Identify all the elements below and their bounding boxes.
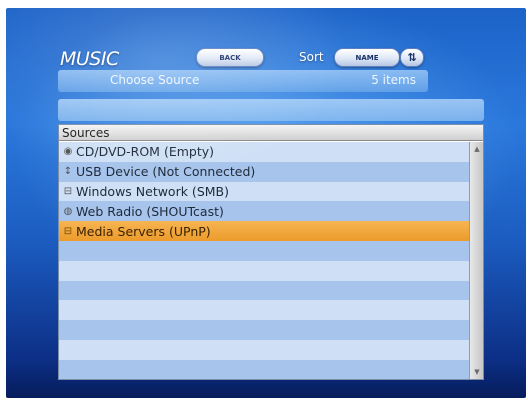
sort-field-button[interactable]: NAME — [334, 48, 400, 67]
list-item-label: USB Device (Not Connected) — [76, 164, 256, 180]
list-rows: ◉ CD/DVD-ROM (Empty) ↕ USB Device (Not C… — [59, 142, 469, 379]
list-item-label: Web Radio (SHOUTcast) — [76, 203, 224, 219]
top-strip — [0, 0, 528, 8]
vertical-scrollbar[interactable]: ▲ ▼ — [469, 142, 483, 379]
empty-row — [59, 280, 469, 301]
empty-row — [59, 359, 469, 379]
empty-row — [59, 300, 469, 321]
disc-icon: ◉ — [63, 146, 73, 158]
sort-label: Sort — [299, 50, 324, 64]
header-bar: Choose Source 5 items — [58, 70, 428, 92]
scroll-down-icon[interactable]: ▼ — [472, 367, 482, 377]
source-list: Sources ◉ CD/DVD-ROM (Empty) ↕ USB Devic… — [58, 124, 484, 380]
server-icon: ⊟ — [63, 225, 73, 237]
list-item-label: CD/DVD-ROM (Empty) — [76, 144, 215, 160]
media-center-screen: MUSIC BACK Sort NAME ⇅ Choose Source 5 i… — [6, 8, 526, 398]
sort-toggle-icon: ⇅ — [407, 51, 417, 64]
sort-direction-button[interactable]: ⇅ — [400, 48, 424, 67]
list-item-selected[interactable]: ⊟ Media Servers (UPnP) — [59, 221, 469, 241]
app-title: MUSIC — [60, 48, 119, 70]
list-column-header: Sources — [59, 125, 483, 141]
filter-bar — [58, 99, 484, 121]
radio-icon: ◍ — [63, 205, 73, 217]
empty-row — [59, 240, 469, 261]
list-item[interactable]: ◍ Web Radio (SHOUTcast) — [59, 201, 469, 222]
list-item-label: Media Servers (UPnP) — [76, 223, 211, 239]
usb-icon: ↕ — [63, 166, 73, 178]
item-count: 5 items — [371, 73, 416, 87]
empty-row — [59, 320, 469, 340]
empty-row — [59, 339, 469, 360]
back-button[interactable]: BACK — [196, 48, 264, 67]
list-item[interactable]: ◉ CD/DVD-ROM (Empty) — [59, 142, 469, 162]
network-icon: ⊟ — [63, 185, 73, 197]
empty-row — [59, 260, 469, 281]
scroll-up-icon[interactable]: ▲ — [472, 144, 482, 154]
list-item-label: Windows Network (SMB) — [76, 183, 229, 199]
list-item[interactable]: ↕ USB Device (Not Connected) — [59, 161, 469, 182]
header-title: Choose Source — [110, 73, 200, 87]
list-item[interactable]: ⊟ Windows Network (SMB) — [59, 181, 469, 202]
